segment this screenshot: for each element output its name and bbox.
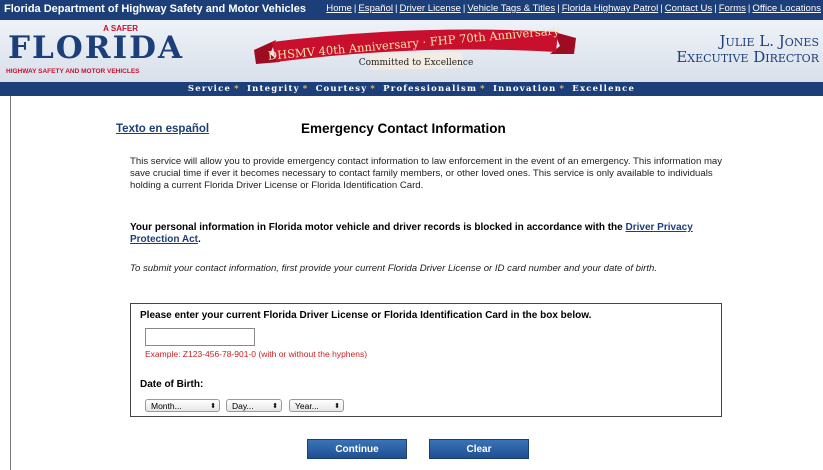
nav-link-espanol[interactable]: Español <box>358 3 393 14</box>
top-nav: Home | Español | Driver License | Vehicle Tags… <box>326 3 821 14</box>
nav-link-driver-license[interactable]: Driver License <box>400 3 461 14</box>
nav-link-home[interactable]: Home <box>326 3 352 14</box>
continue-button[interactable]: Continue <box>307 439 407 459</box>
dob-day-select[interactable]: Day... ⬍ <box>226 399 282 412</box>
logo-wordmark: FLORIDA <box>8 30 185 66</box>
page-title: Emergency Contact Information <box>301 121 506 136</box>
nav-link-vehicle-tags[interactable]: Vehicle Tags & Titles <box>467 3 555 14</box>
license-example: Example: Z123-456-78-901-0 (with or with… <box>145 349 368 359</box>
top-bar: Florida Department of Highway Safety and… <box>0 0 823 20</box>
license-prompt: Please enter your current Florida Driver… <box>140 310 592 321</box>
instructions-text: To submit your contact information, firs… <box>130 263 657 274</box>
dob-month-select[interactable]: Month... ⬍ <box>145 399 220 412</box>
nav-link-highway-patrol[interactable]: Florida Highway Patrol <box>562 3 659 14</box>
stepper-icon: ⬍ <box>210 403 216 410</box>
director-title: Executive Director <box>676 48 819 66</box>
header-banner: A SAFER FLORIDA HIGHWAY SAFETY AND MOTOR… <box>0 20 823 82</box>
clear-button[interactable]: Clear <box>429 439 529 459</box>
ribbon-subtitle: Committed to Excellence <box>359 58 474 68</box>
month-value: Month... <box>151 401 182 411</box>
values-bar: Service * Integrity * Courtesy * Profession… <box>0 82 823 96</box>
spanish-link[interactable]: Texto en español <box>116 123 209 135</box>
year-value: Year... <box>295 401 319 411</box>
value-professionalism: Professionalism <box>383 84 478 94</box>
logo-subtitle: HIGHWAY SAFETY AND MOTOR VEHICLES <box>6 68 140 75</box>
dob-year-select[interactable]: Year... ⬍ <box>289 399 344 412</box>
value-excellence: Excellence <box>572 84 636 94</box>
director-block: Julie L. Jones Executive Director <box>676 32 819 66</box>
day-value: Day... <box>232 401 254 411</box>
privacy-notice: Your personal information in Florida mot… <box>130 222 693 245</box>
nav-link-contact-us[interactable]: Contact Us <box>665 3 712 14</box>
license-number-input[interactable] <box>145 328 255 346</box>
value-service: Service <box>187 84 232 94</box>
stepper-icon: ⬍ <box>272 403 278 410</box>
value-integrity: Integrity <box>246 84 300 94</box>
dob-label: Date of Birth: <box>140 379 204 390</box>
value-innovation: Innovation <box>493 84 557 94</box>
privacy-text: Your personal information in Florida mot… <box>130 222 623 233</box>
intro-text: This service will allow you to provide e… <box>130 156 723 191</box>
stepper-icon: ⬍ <box>334 403 340 410</box>
license-form: Please enter your current Florida Driver… <box>130 303 722 417</box>
anniversary-ribbon: DHSMV 40th Anniversary · FHP 70th Annive… <box>254 28 576 70</box>
nav-link-office-locations[interactable]: Office Locations <box>752 3 821 14</box>
value-courtesy: Courtesy <box>315 84 368 94</box>
florida-logo[interactable]: A SAFER FLORIDA HIGHWAY SAFETY AND MOTOR… <box>6 24 182 80</box>
agency-name: Florida Department of Highway Safety and… <box>4 3 306 15</box>
nav-link-forms[interactable]: Forms <box>719 3 746 14</box>
main-content: Texto en español Emergency Contact Infor… <box>10 96 823 470</box>
